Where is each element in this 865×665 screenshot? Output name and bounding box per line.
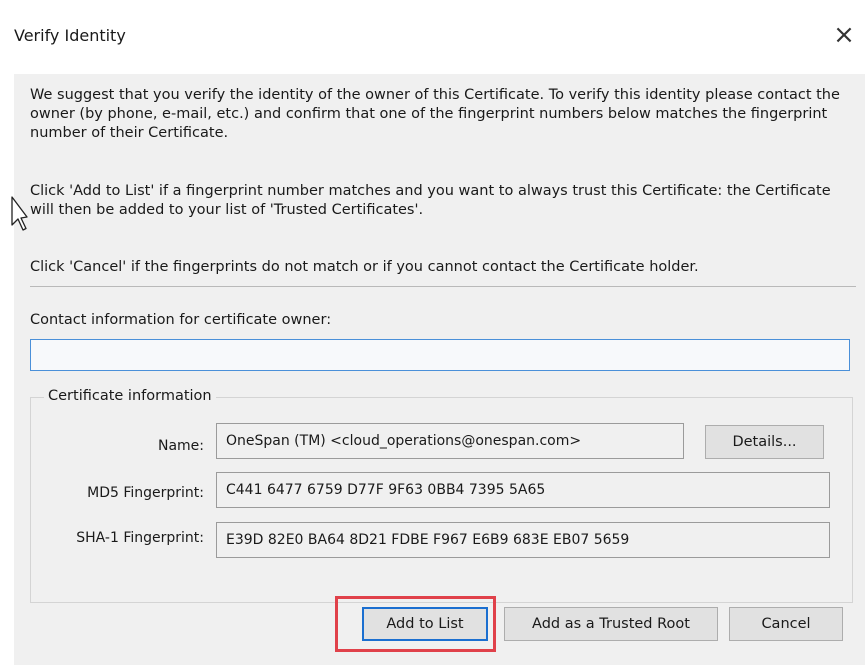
md5-fingerprint-label: MD5 Fingerprint:: [87, 485, 204, 501]
instruction-paragraph-2: Click 'Add to List' if a fingerprint num…: [30, 183, 831, 218]
contact-info-input[interactable]: [30, 339, 850, 371]
add-trusted-root-button[interactable]: Add as a Trusted Root: [504, 607, 718, 641]
cancel-button[interactable]: Cancel: [729, 607, 843, 641]
instruction-paragraph-1: We suggest that you verify the identity …: [30, 87, 840, 141]
mouse-pointer-icon: [10, 195, 28, 237]
title-bar: Verify Identity ×: [0, 0, 865, 74]
certificate-info-group-label: Certificate information: [44, 388, 216, 404]
sha1-fingerprint-label: SHA-1 Fingerprint:: [76, 530, 204, 546]
name-label: Name:: [157, 438, 204, 454]
sha1-fingerprint-field: E39D 82E0 BA64 8D21 FDBE F967 E6B9 683E …: [216, 522, 830, 558]
add-to-list-button[interactable]: Add to List: [362, 607, 488, 641]
close-icon[interactable]: ×: [829, 20, 859, 50]
divider: [30, 286, 856, 287]
contact-label: Contact information for certificate owne…: [30, 312, 332, 328]
md5-fingerprint-field: C441 6477 6759 D77F 9F63 0BB4 7395 5A65: [216, 472, 830, 508]
details-button[interactable]: Details...: [705, 425, 824, 459]
verify-identity-dialog: Verify Identity × We suggest that you ve…: [0, 0, 865, 665]
dialog-body: We suggest that you verify the identity …: [14, 74, 865, 665]
dialog-title: Verify Identity: [14, 26, 126, 45]
instruction-paragraph-3: Click 'Cancel' if the fingerprints do no…: [30, 259, 699, 275]
name-field: OneSpan (TM) <cloud_operations@onespan.c…: [216, 423, 684, 459]
